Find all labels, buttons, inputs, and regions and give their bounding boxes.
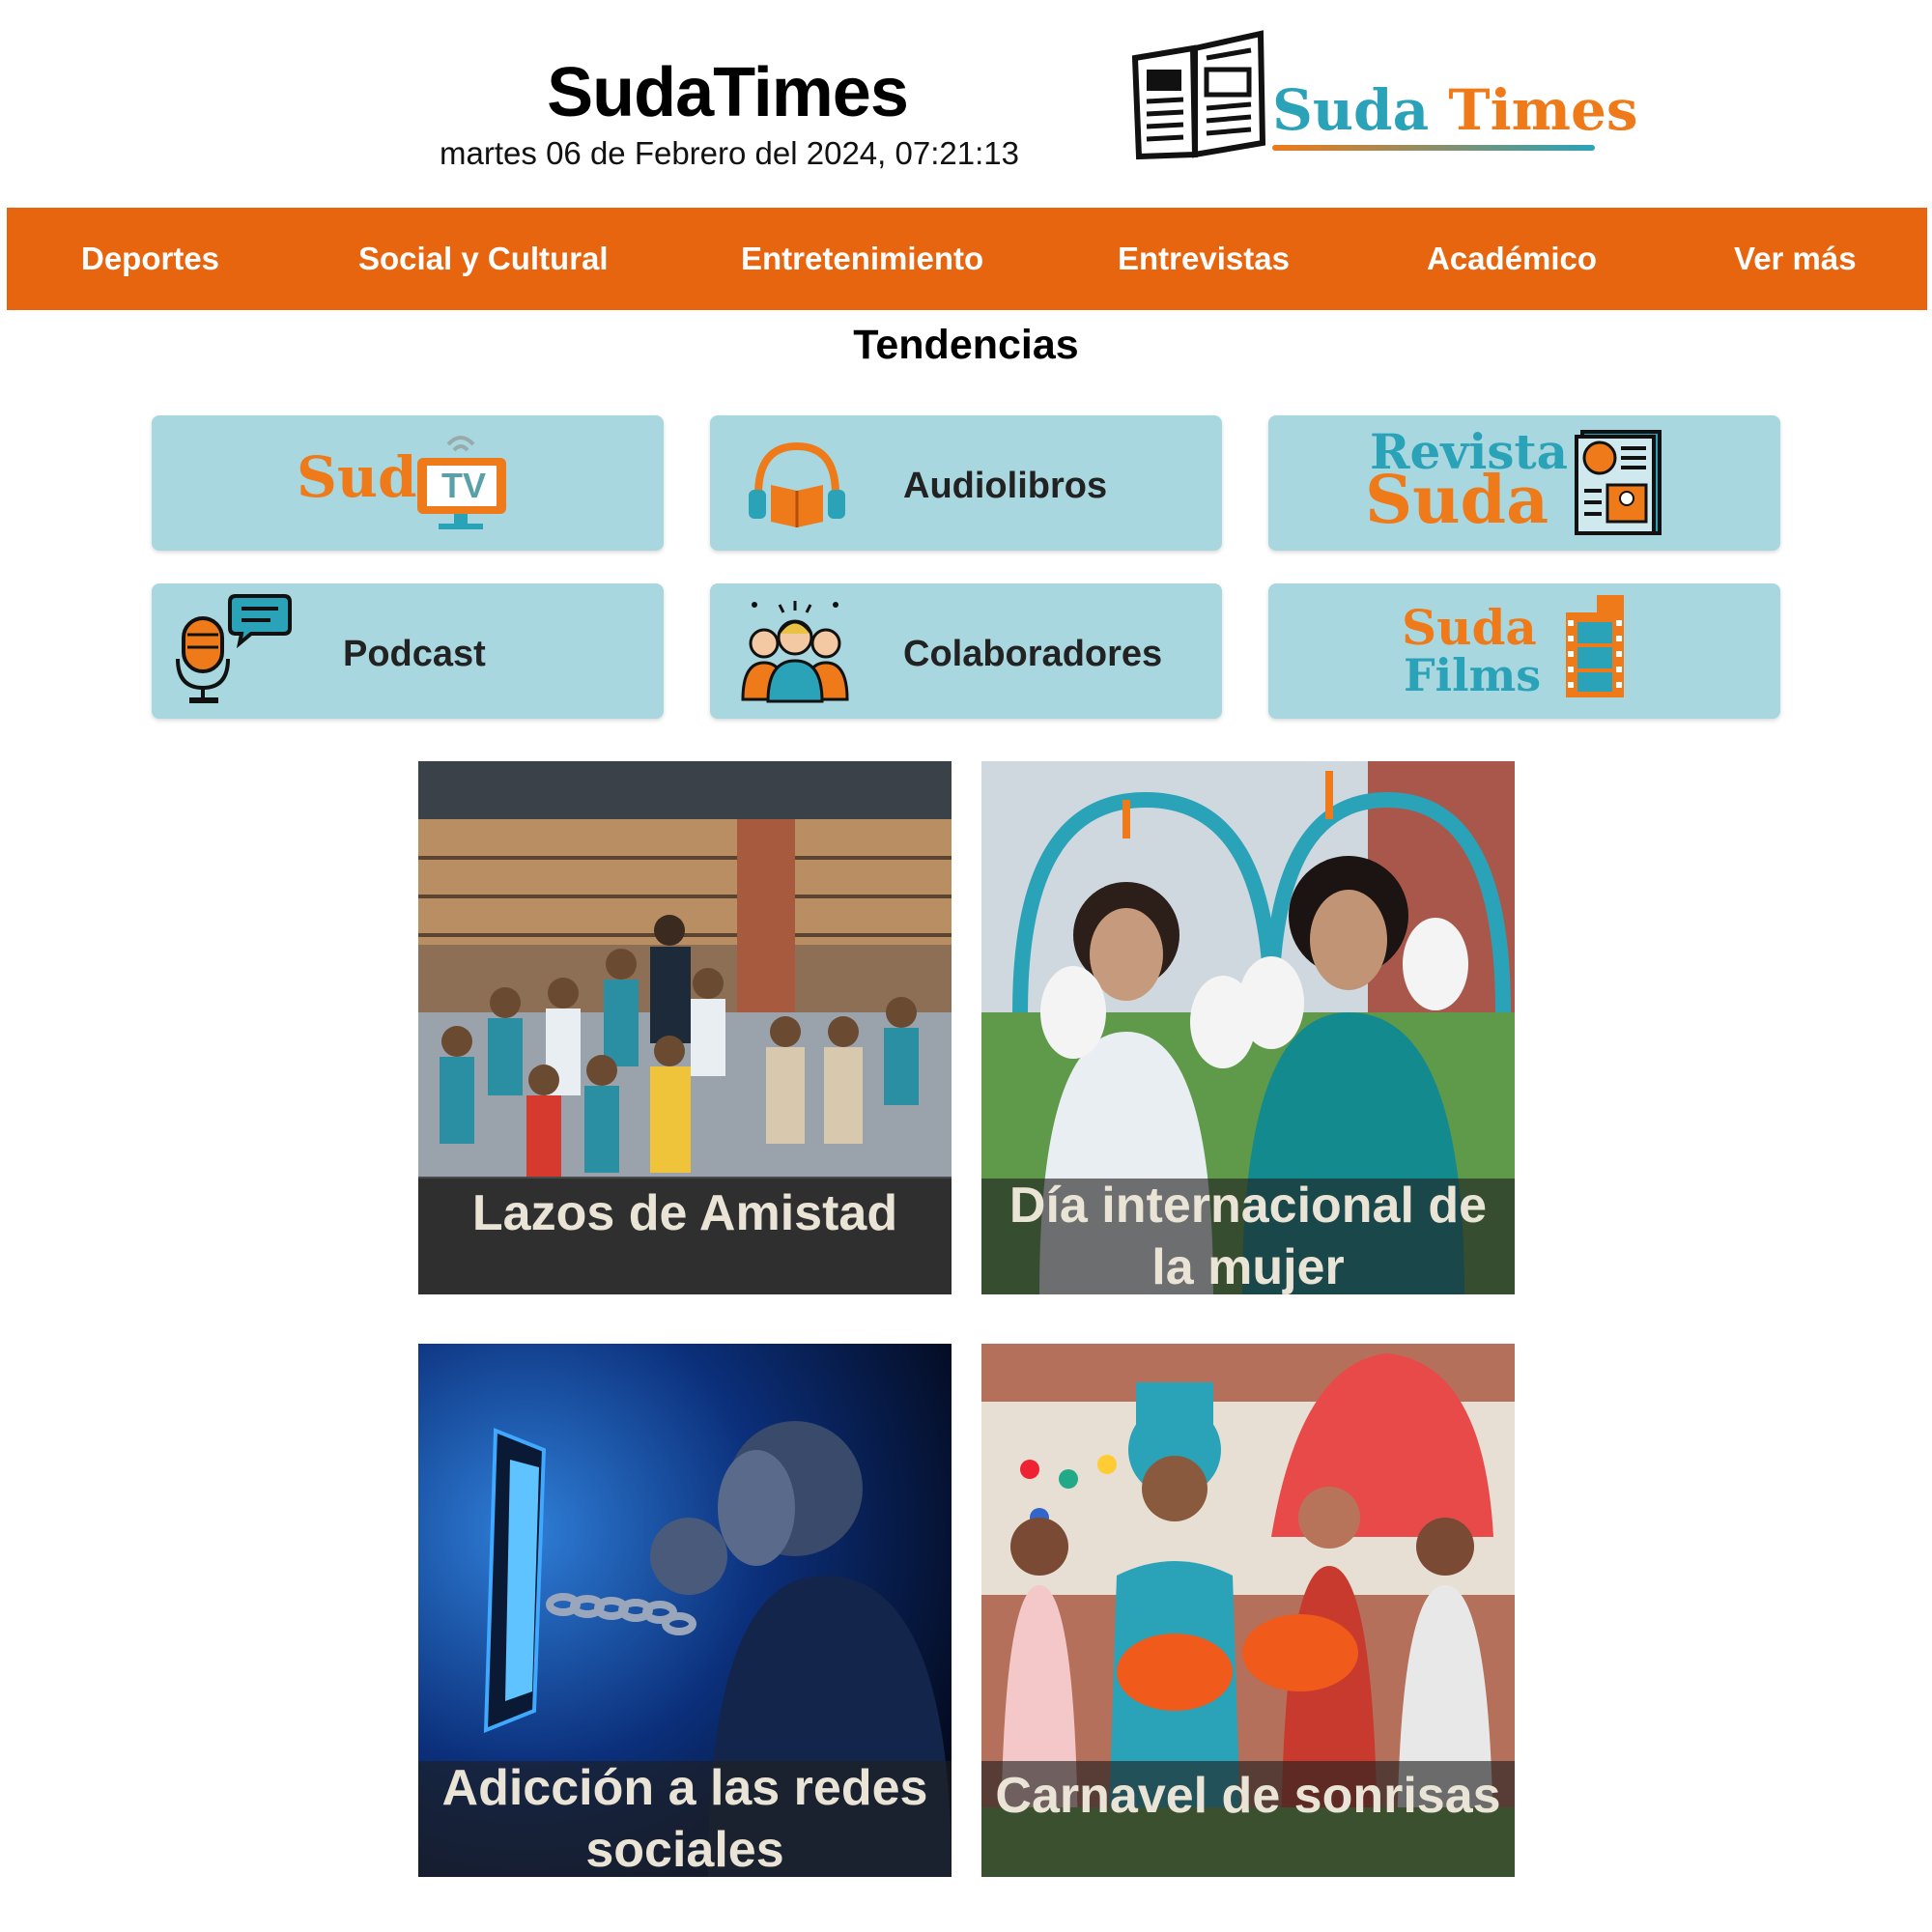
team-icon	[741, 601, 849, 703]
card-brand-2: Suda	[1365, 462, 1549, 539]
logo-underline	[1272, 145, 1595, 151]
card-suda-tv[interactable]: Suda TV	[152, 415, 664, 551]
news-tile-dia-mujer[interactable]: Día internacional de la mujer	[981, 761, 1515, 1294]
card-label: Audiolibros	[903, 466, 1108, 506]
news-tile-carnaval-sonrisas[interactable]: Carnavel de sonrisas	[981, 1344, 1515, 1877]
current-datetime: martes 06 de Febrero del 2024, 07:21:13	[440, 135, 1019, 171]
nav-item-deportes[interactable]: Deportes	[81, 208, 219, 310]
card-revista-suda[interactable]: Revista Suda	[1268, 415, 1780, 551]
card-brand-2: Films	[1404, 649, 1542, 701]
site-title[interactable]: SudaTimes	[423, 53, 1032, 132]
news-title: Carnavel de sonrisas	[995, 1768, 1501, 1824]
headphones-book-icon	[749, 441, 845, 527]
logo-word-times: Times	[1448, 77, 1638, 143]
card-podcast[interactable]: Podcast	[152, 583, 664, 719]
card-label: Colaboradores	[903, 634, 1163, 674]
news-title: Día internacional de la mujer	[1009, 1178, 1488, 1294]
nav-item-entrevistas[interactable]: Entrevistas	[1118, 208, 1290, 310]
nav-item-ver-mas[interactable]: Ver más	[1734, 208, 1857, 310]
nav-item-social-cultural[interactable]: Social y Cultural	[358, 208, 609, 310]
nav-item-academico[interactable]: Académico	[1427, 208, 1597, 310]
nav-item-entretenimiento[interactable]: Entretenimiento	[741, 208, 983, 310]
logo-wordmark: Suda Times	[1272, 77, 1638, 143]
card-colaboradores[interactable]: Colaboradores	[710, 583, 1222, 719]
microphone-chat-icon	[176, 594, 292, 703]
site-logo[interactable]: Suda Times	[1125, 29, 1638, 164]
section-title-tendencias: Tendencias	[853, 322, 1079, 368]
newspaper-icon	[1131, 30, 1266, 160]
film-strip-icon	[1566, 595, 1624, 697]
magazine-icon	[1575, 430, 1662, 535]
logo-word-suda: Suda	[1272, 77, 1430, 143]
news-title: Lazos de Amistad	[471, 1185, 898, 1241]
site-header: SudaTimes martes 06 de Febrero del 2024,…	[0, 0, 1932, 208]
card-brand: Suda	[1402, 599, 1537, 656]
card-suda-films[interactable]: Suda Films	[1268, 583, 1780, 719]
news-title: Adicción a las redes sociales	[441, 1760, 928, 1877]
card-label: Podcast	[343, 634, 486, 674]
card-audiolibros[interactable]: Audiolibros	[710, 415, 1222, 551]
card-brand-tv: TV	[441, 466, 487, 505]
news-tile-lazos-de-amistad[interactable]: Lazos de Amistad	[418, 761, 952, 1294]
main-nav: Deportes Social y Cultural Entretenimien…	[7, 208, 1927, 310]
news-tile-adiccion-redes[interactable]: Adicción a las redes sociales	[418, 1344, 952, 1877]
